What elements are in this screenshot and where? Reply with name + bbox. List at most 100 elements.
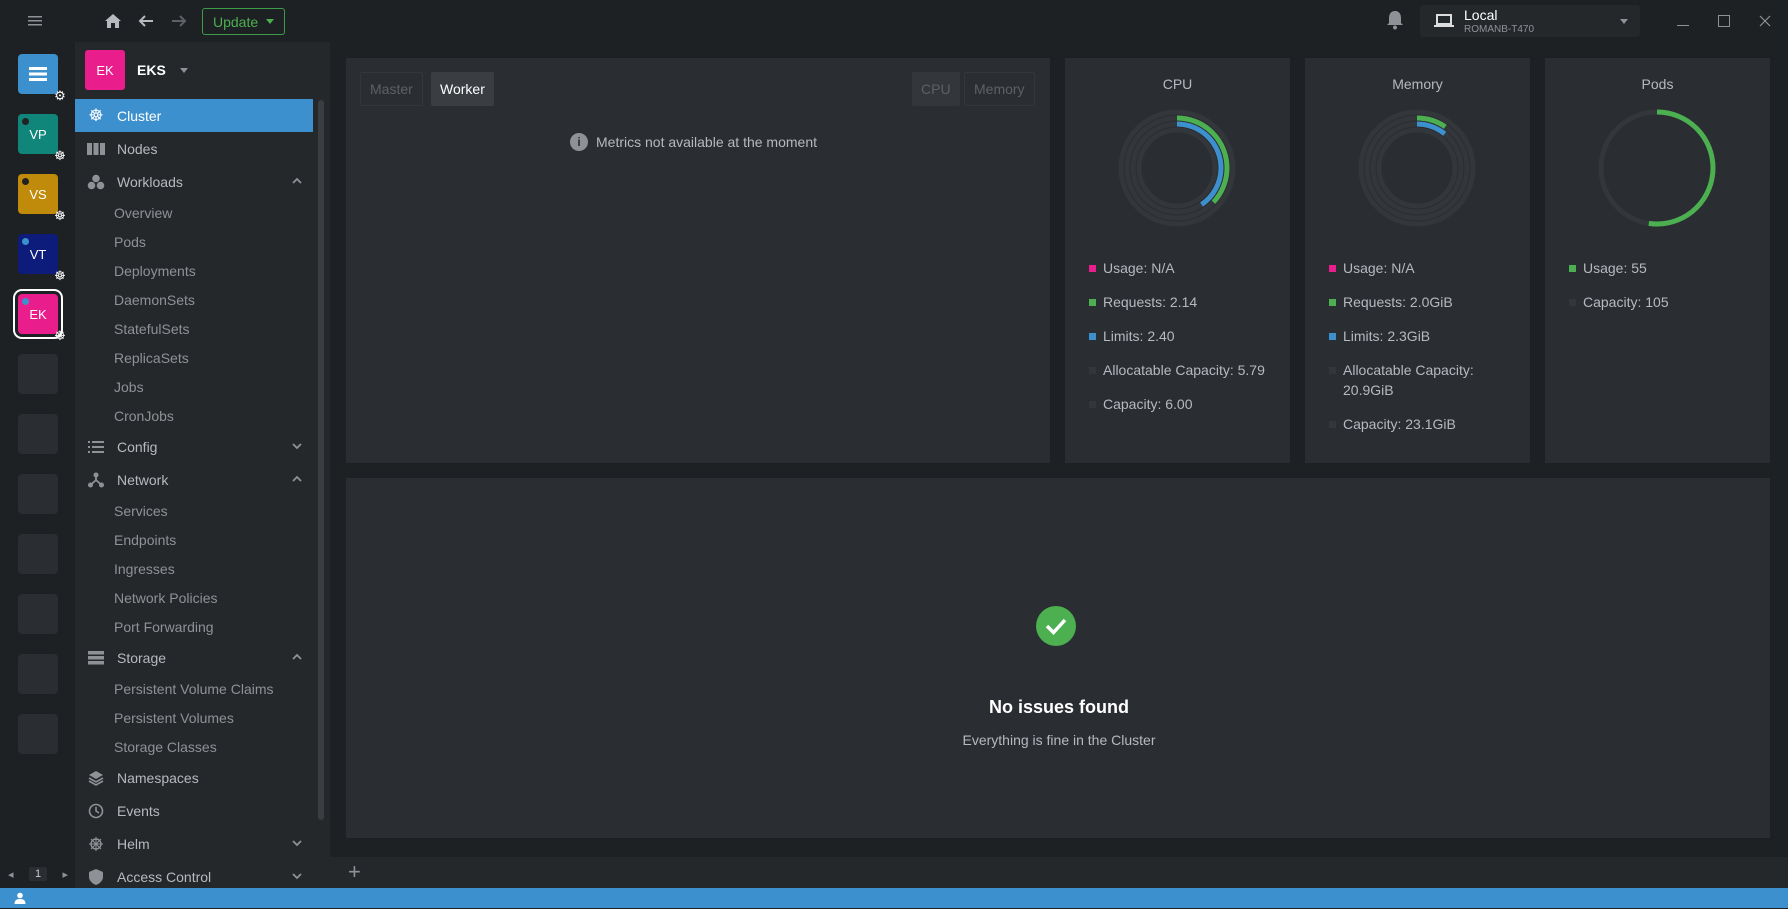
- sidebar: EK EKS ☸ Cluster Nodes Workloads Overvie…: [75, 42, 330, 888]
- sidebar-subitem-daemonsets[interactable]: DaemonSets: [75, 285, 313, 314]
- cpu-panel: CPU Usage: N/A Requests: 2.14 Limits: 2.…: [1065, 58, 1290, 463]
- tab-cpu[interactable]: CPU: [912, 72, 960, 106]
- status-bar: [0, 888, 1788, 908]
- sidebar-subitem-pvc[interactable]: Persistent Volume Claims: [75, 674, 313, 703]
- sidebar-item-cluster[interactable]: ☸ Cluster: [75, 99, 313, 132]
- back-arrow-icon[interactable]: [133, 8, 159, 34]
- sidebar-item-storage[interactable]: Storage: [75, 641, 313, 674]
- sidebar-subitem-deployments[interactable]: Deployments: [75, 256, 313, 285]
- sidebar-item-config[interactable]: Config: [75, 430, 313, 463]
- hotbar-cluster-vp[interactable]: VP ☸: [18, 114, 66, 163]
- chevron-down-icon: [1620, 19, 1628, 24]
- legend-usage: Usage: N/A: [1089, 258, 1265, 278]
- bell-icon[interactable]: [1386, 10, 1408, 32]
- chevron-left-icon[interactable]: ◂: [8, 868, 14, 881]
- hotbar-empty-slot[interactable]: [18, 714, 58, 754]
- sidebar-subitem-pv[interactable]: Persistent Volumes: [75, 703, 313, 732]
- sidebar-subitem-overview[interactable]: Overview: [75, 198, 313, 227]
- tab-master[interactable]: Master: [360, 72, 423, 106]
- sidebar-nav: ☸ Cluster Nodes Workloads Overview Pods …: [75, 99, 313, 893]
- memory-donut-chart: [1358, 109, 1476, 227]
- update-button[interactable]: Update: [202, 8, 286, 35]
- sidebar-item-namespaces[interactable]: Namespaces: [75, 761, 313, 794]
- hotbar-empty-slot[interactable]: [18, 534, 58, 574]
- clock-icon: [87, 802, 105, 820]
- sidebar-item-events[interactable]: Events: [75, 794, 313, 827]
- layers-icon: [87, 769, 105, 787]
- sidebar-item-network[interactable]: Network: [75, 463, 313, 496]
- sidebar-scrollbar[interactable]: [318, 100, 324, 820]
- sidebar-subitem-jobs[interactable]: Jobs: [75, 372, 313, 401]
- sidebar-subitem-services[interactable]: Services: [75, 496, 313, 525]
- sidebar-item-label: Namespaces: [117, 769, 199, 786]
- hotbar-label: EK: [29, 306, 47, 322]
- sidebar-subitem-replicasets[interactable]: ReplicaSets: [75, 343, 313, 372]
- workloads-icon: [87, 173, 105, 191]
- sidebar-subitem-cronjobs[interactable]: CronJobs: [75, 401, 313, 430]
- hotbar-empty-slot[interactable]: [18, 354, 58, 394]
- close-icon[interactable]: [1754, 10, 1776, 32]
- storage-icon: [87, 649, 105, 667]
- workspace-host: ROMANB-T470: [1464, 24, 1535, 35]
- maximize-icon[interactable]: [1713, 10, 1735, 32]
- sidebar-item-label: Access Control: [117, 868, 212, 885]
- metrics-panel: Master Worker CPU Memory i Metrics not a…: [346, 58, 1050, 463]
- chevron-up-icon: [292, 475, 302, 482]
- hotbar-empty-slot[interactable]: [18, 594, 58, 634]
- hotbar-cluster-vs[interactable]: VS ☸: [18, 174, 66, 223]
- issues-subtitle: Everything is fine in the Cluster: [962, 732, 1156, 748]
- nodes-icon: [87, 140, 105, 158]
- chevron-down-icon: [266, 19, 275, 24]
- catalog-icon: [29, 67, 47, 81]
- forward-arrow-icon[interactable]: [166, 8, 192, 34]
- sidebar-subitem-endpoints[interactable]: Endpoints: [75, 525, 313, 554]
- hotbar-catalog[interactable]: ⚙: [18, 54, 66, 103]
- sidebar-item-workloads[interactable]: Workloads: [75, 165, 313, 198]
- home-icon[interactable]: [100, 8, 126, 34]
- hotbar-pager: ◂ 1 ▸: [8, 864, 68, 884]
- legend-requests: Requests: 2.0GiB: [1329, 292, 1519, 312]
- tab-memory[interactable]: Memory: [964, 72, 1035, 106]
- hotbar-page-number: 1: [28, 867, 48, 881]
- user-icon[interactable]: [14, 891, 28, 905]
- legend-limits: Limits: 2.40: [1089, 326, 1265, 346]
- sidebar-item-label: Network: [117, 471, 169, 488]
- sidebar-subitem-network-policies[interactable]: Network Policies: [75, 583, 313, 612]
- update-label: Update: [213, 13, 259, 30]
- menu-icon[interactable]: [22, 8, 48, 34]
- network-icon: [87, 471, 105, 489]
- legend-limits: Limits: 2.3GiB: [1329, 326, 1519, 346]
- status-dot: [22, 238, 29, 245]
- hotbar-empty-slot[interactable]: [18, 414, 58, 454]
- sidebar-item-label: Cluster: [117, 107, 162, 124]
- hotbar-label: VS: [29, 186, 47, 202]
- sidebar-subitem-statefulsets[interactable]: StatefulSets: [75, 314, 313, 343]
- sidebar-item-label: Config: [117, 438, 158, 455]
- metrics-unavailable-message: i Metrics not available at the moment: [570, 133, 817, 151]
- pods-donut-chart: [1598, 109, 1716, 227]
- legend-usage: Usage: N/A: [1329, 258, 1519, 278]
- hotbar: ⚙ VP ☸ VS ☸ VT ☸ EK ☸ ◂ 1 ▸: [0, 42, 75, 888]
- plus-icon[interactable]: +: [348, 859, 361, 885]
- sidebar-item-nodes[interactable]: Nodes: [75, 132, 313, 165]
- hotbar-empty-slot[interactable]: [18, 474, 58, 514]
- sidebar-subitem-pods[interactable]: Pods: [75, 227, 313, 256]
- sidebar-subitem-port-forwarding[interactable]: Port Forwarding: [75, 612, 313, 641]
- hotbar-empty-slot[interactable]: [18, 654, 58, 694]
- pods-panel: Pods Usage: 55 Capacity: 105: [1545, 58, 1770, 463]
- chevron-right-icon[interactable]: ▸: [62, 868, 68, 881]
- chevron-down-icon: [292, 443, 302, 450]
- sidebar-subitem-storage-classes[interactable]: Storage Classes: [75, 732, 313, 761]
- pods-title: Pods: [1641, 76, 1674, 92]
- workspace-selector[interactable]: Local ROMANB-T470: [1420, 5, 1640, 37]
- chevron-down-icon: [292, 840, 302, 847]
- tab-worker[interactable]: Worker: [431, 72, 494, 106]
- minimize-icon[interactable]: [1672, 10, 1694, 32]
- sidebar-subitem-ingresses[interactable]: Ingresses: [75, 554, 313, 583]
- hotbar-cluster-vt[interactable]: VT ☸: [18, 234, 66, 283]
- sidebar-item-helm[interactable]: Helm: [75, 827, 313, 860]
- cluster-menu[interactable]: EK EKS: [85, 50, 188, 90]
- kubernetes-icon: ☸: [54, 208, 66, 223]
- hotbar-cluster-ek[interactable]: EK ☸: [18, 294, 66, 343]
- status-dot: [22, 298, 29, 305]
